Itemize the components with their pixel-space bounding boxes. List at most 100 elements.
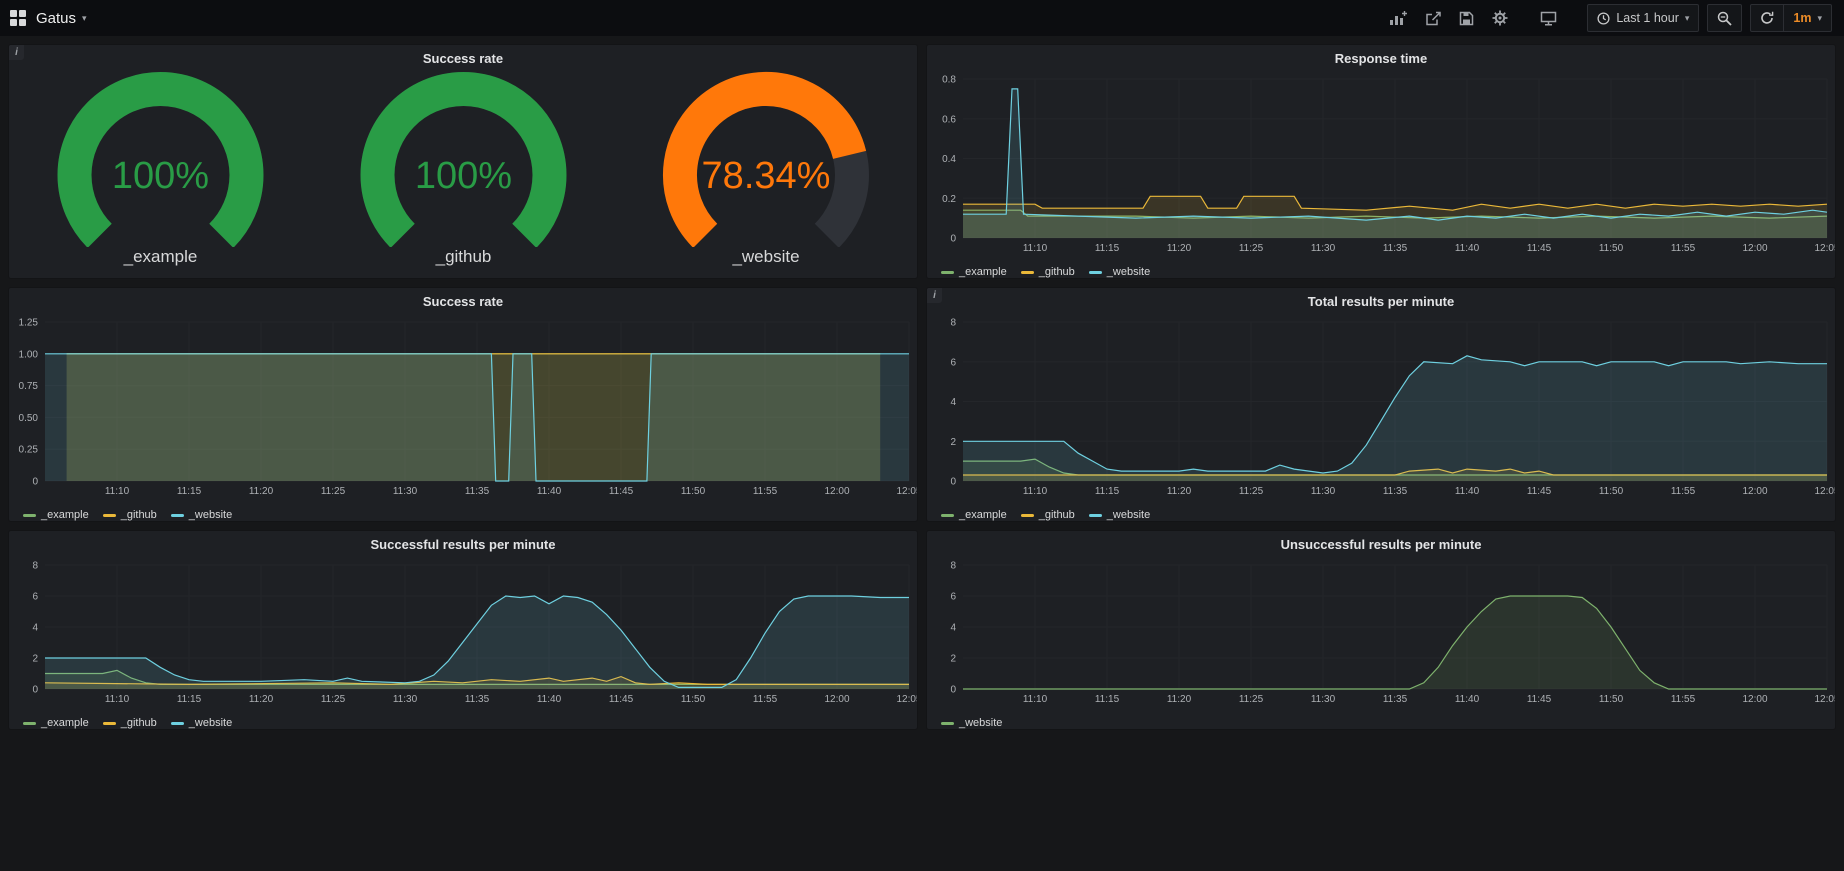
legend-item-github[interactable]: _github — [1021, 266, 1075, 278]
unsuccessful-results-chart[interactable]: 0246811:1011:1511:2011:2511:3011:3511:40… — [927, 557, 1835, 712]
bar-chart-plus-icon — [1389, 11, 1407, 26]
svg-text:12:00: 12:00 — [824, 694, 849, 705]
zoom-out-button[interactable] — [1708, 5, 1741, 31]
svg-text:11:35: 11:35 — [1383, 243, 1408, 254]
svg-text:8: 8 — [950, 561, 956, 572]
legend-item-example[interactable]: _example — [941, 266, 1007, 278]
svg-text:11:25: 11:25 — [1239, 243, 1264, 254]
time-picker-group: Last 1 hour ▾ — [1587, 4, 1699, 32]
dashboard-title: Gatus — [36, 10, 76, 27]
gauge-label: _example — [124, 247, 198, 267]
chart-legend: _example _github _website — [927, 504, 1835, 522]
svg-text:11:20: 11:20 — [1167, 243, 1192, 254]
svg-text:11:45: 11:45 — [1527, 486, 1552, 497]
legend-item-website[interactable]: _website — [171, 509, 232, 521]
refresh-interval-label: 1m — [1793, 11, 1811, 25]
svg-text:11:25: 11:25 — [321, 486, 346, 497]
svg-text:12:00: 12:00 — [1742, 694, 1767, 705]
svg-text:8: 8 — [32, 561, 38, 572]
svg-text:0.4: 0.4 — [942, 154, 956, 165]
series-color-swatch — [1021, 514, 1034, 517]
series-name: _website — [959, 717, 1002, 729]
svg-text:6: 6 — [950, 357, 956, 368]
svg-text:4: 4 — [32, 623, 38, 634]
panel-title[interactable]: Unsuccessful results per minute — [927, 531, 1835, 557]
panel-title[interactable]: Response time — [927, 45, 1835, 71]
successful-results-chart[interactable]: 0246811:1011:1511:2011:2511:3011:3511:40… — [9, 557, 917, 712]
svg-text:6: 6 — [32, 592, 38, 603]
svg-text:11:20: 11:20 — [249, 694, 274, 705]
legend-item-github[interactable]: _github — [103, 509, 157, 521]
legend-item-github[interactable]: _github — [103, 717, 157, 729]
dashboard-settings-button[interactable] — [1484, 4, 1516, 32]
svg-text:11:50: 11:50 — [1599, 486, 1624, 497]
svg-text:2: 2 — [32, 654, 38, 665]
save-dashboard-button[interactable] — [1451, 4, 1482, 32]
svg-text:11:35: 11:35 — [1383, 486, 1408, 497]
gauge-arc: 100% — [9, 71, 312, 247]
legend-item-example[interactable]: _example — [941, 509, 1007, 521]
panel-title[interactable]: Success rate — [9, 45, 917, 71]
dashboards-grid-icon[interactable] — [10, 10, 26, 26]
svg-text:11:55: 11:55 — [1671, 694, 1696, 705]
svg-text:11:15: 11:15 — [1095, 694, 1120, 705]
legend-item-example[interactable]: _example — [23, 509, 89, 521]
svg-text:11:55: 11:55 — [753, 694, 778, 705]
cycle-view-button[interactable] — [1532, 4, 1565, 32]
panel-info-icon[interactable]: i — [927, 288, 942, 303]
svg-text:2: 2 — [950, 437, 956, 448]
legend-item-website[interactable]: _website — [171, 717, 232, 729]
legend-item-github[interactable]: _github — [1021, 509, 1075, 521]
svg-text:11:50: 11:50 — [681, 694, 706, 705]
svg-text:12:00: 12:00 — [1742, 243, 1767, 254]
svg-text:0: 0 — [950, 685, 956, 696]
svg-text:0.6: 0.6 — [942, 114, 956, 125]
series-name: _example — [959, 509, 1007, 521]
chart-legend: _website — [927, 712, 1835, 730]
refresh-interval-dropdown[interactable]: 1m ▾ — [1783, 5, 1831, 31]
svg-text:11:15: 11:15 — [1095, 243, 1120, 254]
panel-title[interactable]: Success rate — [9, 288, 917, 314]
svg-text:11:40: 11:40 — [1455, 486, 1480, 497]
svg-text:6: 6 — [950, 592, 956, 603]
chevron-down-icon: ▾ — [1817, 13, 1822, 24]
total-results-chart[interactable]: 0246811:1011:1511:2011:2511:3011:3511:40… — [927, 314, 1835, 504]
svg-text:12:05: 12:05 — [896, 694, 917, 705]
dashboard-title-dropdown[interactable]: Gatus ▾ — [36, 10, 87, 27]
gear-icon — [1492, 10, 1508, 26]
svg-text:0.25: 0.25 — [19, 445, 39, 456]
refresh-button[interactable] — [1751, 5, 1783, 31]
svg-text:11:40: 11:40 — [537, 486, 562, 497]
svg-text:11:45: 11:45 — [1527, 694, 1552, 705]
add-panel-button[interactable] — [1381, 4, 1415, 32]
svg-text:11:35: 11:35 — [1383, 694, 1408, 705]
svg-text:11:10: 11:10 — [1023, 694, 1048, 705]
monitor-icon — [1540, 11, 1557, 26]
svg-text:11:15: 11:15 — [177, 486, 202, 497]
svg-text:100%: 100% — [415, 155, 512, 197]
panel-total-results: i Total results per minute 0246811:1011:… — [926, 287, 1836, 522]
share-dashboard-button[interactable] — [1417, 4, 1449, 32]
svg-text:11:15: 11:15 — [177, 694, 202, 705]
panel-title[interactable]: Total results per minute — [927, 288, 1835, 314]
response-time-chart[interactable]: 00.20.40.60.811:1011:1511:2011:2511:3011… — [927, 71, 1835, 261]
zoom-group — [1707, 4, 1742, 32]
panel-unsuccessful-results: Unsuccessful results per minute 0246811:… — [926, 530, 1836, 730]
series-color-swatch — [23, 722, 36, 725]
panel-title[interactable]: Successful results per minute — [9, 531, 917, 557]
chart-legend: _example _github _website — [9, 504, 917, 522]
time-range-picker[interactable]: Last 1 hour ▾ — [1588, 5, 1698, 31]
legend-item-website[interactable]: _website — [941, 717, 1002, 729]
svg-text:100%: 100% — [112, 155, 209, 197]
legend-item-example[interactable]: _example — [23, 717, 89, 729]
legend-item-website[interactable]: _website — [1089, 266, 1150, 278]
series-color-swatch — [103, 514, 116, 517]
panel-info-icon[interactable]: i — [9, 45, 24, 60]
series-name: _website — [1107, 509, 1150, 521]
legend-item-website[interactable]: _website — [1089, 509, 1150, 521]
svg-text:11:45: 11:45 — [1527, 243, 1552, 254]
gauge-label: _website — [732, 247, 799, 267]
chart-legend: _example _github _website — [9, 712, 917, 730]
dashboard-grid: i Success rate 100% _example 100% _githu… — [0, 36, 1844, 738]
success-rate-chart[interactable]: 00.250.500.751.001.2511:1011:1511:2011:2… — [9, 314, 917, 504]
